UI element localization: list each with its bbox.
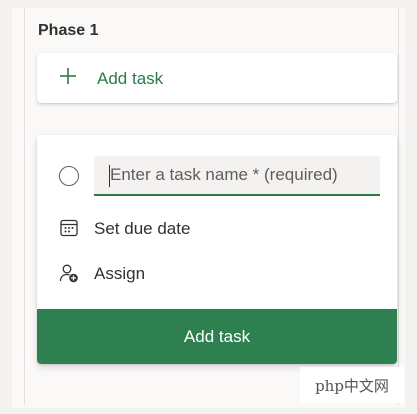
set-due-date-button[interactable]: Set due date: [37, 208, 397, 248]
assign-button[interactable]: Assign: [37, 253, 397, 293]
task-name-input[interactable]: [94, 156, 380, 196]
plus-icon: [59, 67, 77, 85]
text-cursor: [109, 165, 110, 187]
bucket-title: Phase 1: [38, 22, 99, 39]
submit-add-task-button[interactable]: Add task: [37, 309, 397, 364]
set-due-date-label: Set due date: [94, 219, 191, 238]
watermark: php中文网: [300, 367, 404, 403]
person-add-icon: [59, 263, 79, 283]
new-task-card: Set due date Assign Add task: [37, 135, 397, 364]
calendar-icon: [59, 218, 79, 238]
add-task-label: Add task: [97, 69, 164, 88]
complete-task-checkbox[interactable]: [59, 166, 79, 186]
bucket-column: Phase 1 Add task Enter a task name * (re…: [24, 8, 399, 405]
add-task-button[interactable]: Add task: [37, 53, 397, 103]
assign-label: Assign: [94, 264, 146, 283]
planner-board: Phase 1 Add task Enter a task name * (re…: [12, 8, 405, 408]
